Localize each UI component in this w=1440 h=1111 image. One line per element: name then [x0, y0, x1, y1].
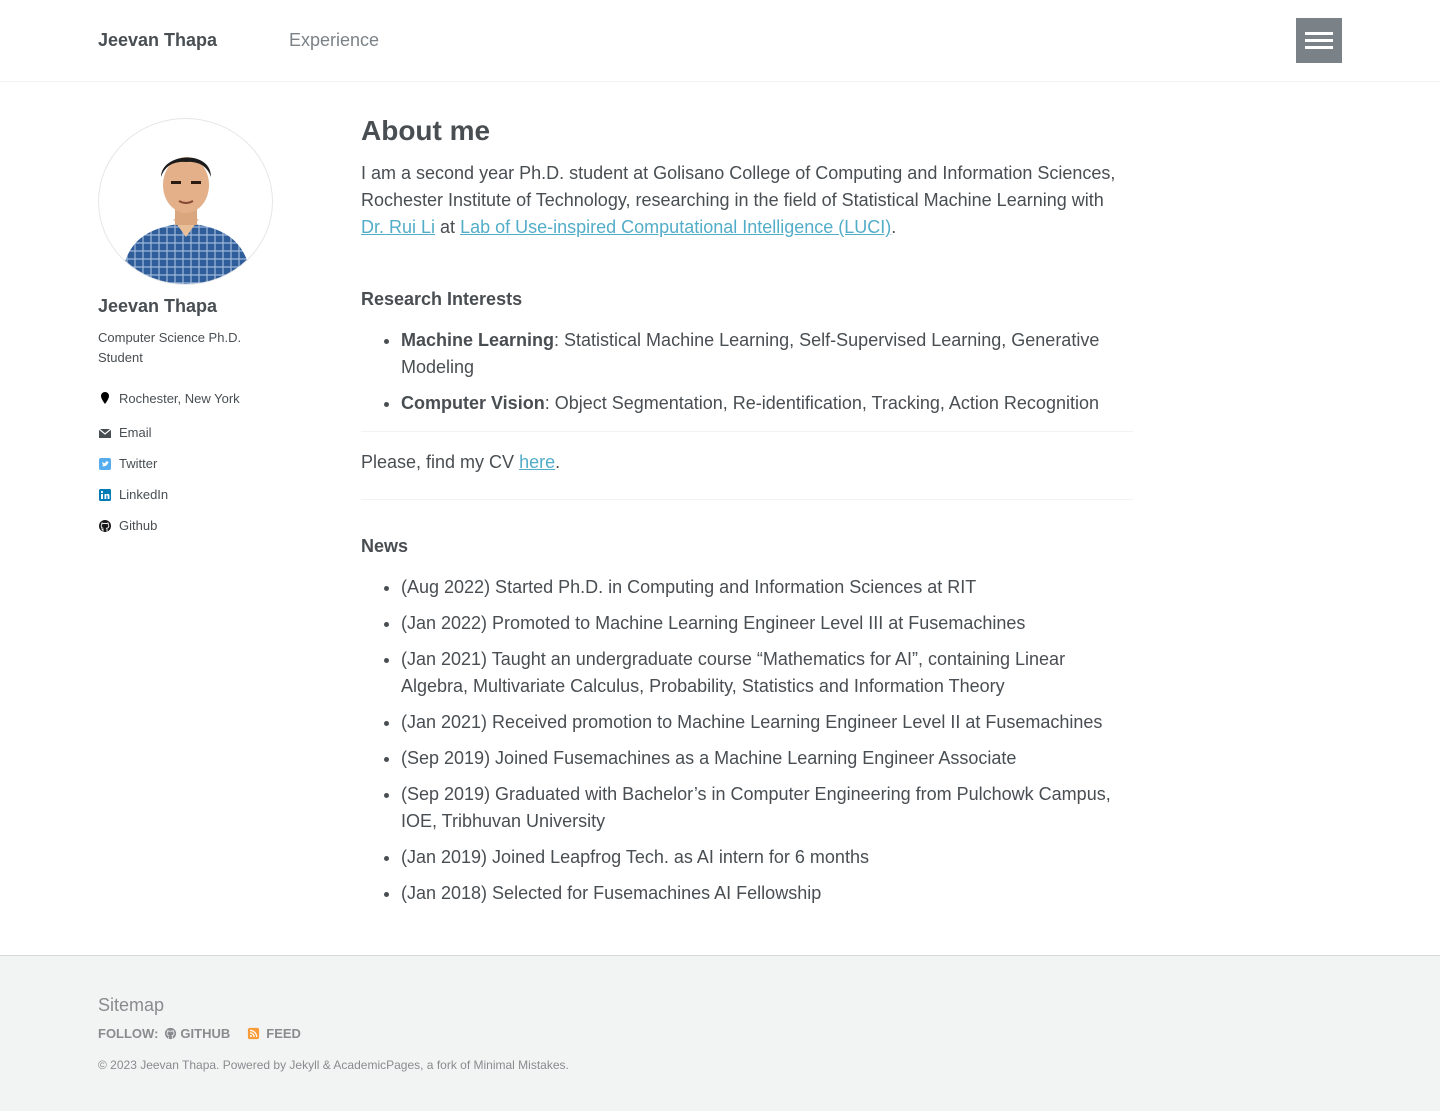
news-item: (Aug 2022) Started Ph.D. in Computing an… — [401, 574, 1133, 601]
intro-text: I am a second year Ph.D. student at Goli… — [361, 163, 1116, 210]
site-title-link[interactable]: Jeevan Thapa — [98, 30, 217, 51]
map-marker-icon — [98, 391, 112, 405]
cv-paragraph: Please, find my CV here. — [361, 449, 1133, 476]
list-item: Machine Learning: Statistical Machine Le… — [401, 327, 1133, 381]
news-item: (Jan 2018) Selected for Fusemachines AI … — [401, 880, 1133, 907]
author-linkedin-label: LinkedIn — [119, 487, 169, 502]
lab-link[interactable]: Lab of Use-inspired Computational Intell… — [460, 217, 891, 237]
copyright-text: © 2023 Jeevan Thapa. Powered by Jekyll &… — [98, 1058, 569, 1072]
news-item: (Sep 2019) Joined Fusemachines as a Mach… — [401, 745, 1133, 772]
cv-period: . — [555, 452, 561, 472]
twitter-icon — [98, 457, 112, 471]
author-twitter-label: Twitter — [119, 456, 158, 471]
news-item: (Jan 2021) Received promotion to Machine… — [401, 709, 1133, 736]
author-location-label: Rochester, New York — [119, 390, 240, 406]
research-interests-list: Machine Learning: Statistical Machine Le… — [361, 327, 1133, 417]
news-item: (Jan 2022) Promoted to Machine Learning … — [401, 610, 1133, 637]
intro-paragraph: I am a second year Ph.D. student at Goli… — [361, 160, 1133, 241]
intro-period: . — [891, 217, 897, 237]
hamburger-icon-bar — [1305, 39, 1333, 42]
news-item: (Jan 2021) Taught an undergraduate cours… — [401, 646, 1133, 700]
research-term: Computer Vision — [401, 393, 545, 413]
author-twitter-link[interactable]: Twitter — [98, 448, 298, 479]
main-content: About me I am a second year Ph.D. studen… — [361, 114, 1133, 916]
footer-feed-label: FEED — [266, 1026, 301, 1041]
sitemap-link[interactable]: Sitemap — [98, 995, 164, 1016]
author-location: Rochester, New York — [98, 388, 298, 408]
research-interests-heading: Research Interests — [361, 289, 523, 309]
page-footer: Sitemap FOLLOW: GITHUB FEED © 2023 Jeeva… — [0, 955, 1440, 1111]
github-icon — [165, 1027, 177, 1040]
research-term: Machine Learning — [401, 330, 555, 350]
at-text: at — [440, 217, 456, 237]
list-item: Computer Vision: Object Segmentation, Re… — [401, 390, 1133, 417]
avatar-portrait — [121, 157, 252, 284]
footer-github-link[interactable]: GITHUB — [164, 1026, 230, 1041]
linkedin-icon — [98, 488, 112, 502]
follow-label: FOLLOW: — [98, 1026, 159, 1041]
page-title: About me — [361, 115, 491, 146]
author-linkedin-link[interactable]: LinkedIn — [98, 479, 298, 510]
author-github-label: Github — [119, 518, 158, 533]
footer-feed-link[interactable]: FEED — [247, 1026, 301, 1041]
github-icon — [98, 519, 112, 533]
author-name: Jeevan Thapa — [98, 296, 218, 316]
nav-experience-link[interactable]: Experience — [289, 30, 379, 51]
footer-follow: FOLLOW: GITHUB FEED — [98, 1026, 301, 1041]
divider — [361, 431, 1133, 432]
cv-text: Please, find my CV — [361, 452, 515, 472]
advisor-link[interactable]: Dr. Rui Li — [361, 217, 435, 237]
rss-feed-icon — [248, 1027, 260, 1040]
author-github-link[interactable]: Github — [98, 510, 298, 541]
footer-github-label: GITHUB — [180, 1026, 231, 1041]
research-desc: : Object Segmentation, Re-identification… — [544, 393, 1099, 413]
hamburger-icon-bar — [1305, 46, 1333, 49]
envelope-icon — [98, 426, 112, 440]
about-section: I am a second year Ph.D. student at Goli… — [361, 160, 1133, 241]
author-links-list: Rochester, New York Email Twitter Linked… — [98, 388, 298, 541]
news-heading: News — [361, 536, 409, 556]
divider — [361, 499, 1133, 500]
author-email-label: Email — [119, 425, 152, 440]
avatar — [98, 118, 273, 285]
masthead: Jeevan Thapa Experience — [0, 0, 1440, 82]
author-email-link[interactable]: Email — [98, 417, 298, 448]
hamburger-icon — [1305, 32, 1333, 35]
news-item: (Jan 2019) Joined Leapfrog Tech. as AI i… — [401, 844, 1133, 871]
menu-toggle-button[interactable] — [1296, 18, 1342, 63]
author-sidebar: Jeevan Thapa Computer Science Ph.D. Stud… — [98, 118, 298, 533]
cv-link[interactable]: here — [519, 452, 555, 472]
news-item: (Sep 2019) Graduated with Bachelor’s in … — [401, 781, 1133, 835]
news-list: (Aug 2022) Started Ph.D. in Computing an… — [361, 574, 1133, 907]
author-bio: Computer Science Ph.D. Student — [98, 330, 242, 365]
